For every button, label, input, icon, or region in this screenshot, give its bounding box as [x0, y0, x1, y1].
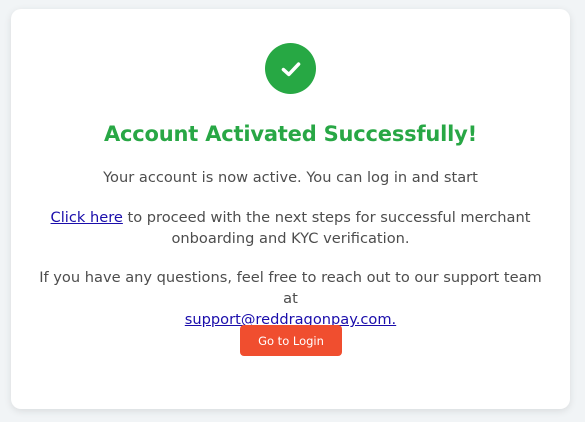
activation-card: Account Activated Successfully! Your acc…	[11, 9, 570, 409]
check-circle-icon	[265, 43, 316, 94]
go-to-login-button[interactable]: Go to Login	[240, 325, 342, 356]
status-text: Your account is now active. You can log …	[103, 169, 478, 186]
page-title: Account Activated Successfully!	[103, 122, 477, 146]
questions-text: If you have any questions, feel free to …	[39, 269, 542, 307]
click-here-link[interactable]: Click here	[51, 209, 123, 226]
next-steps-text: Click here to proceed with the next step…	[31, 207, 550, 249]
checkmark-icon	[281, 61, 300, 76]
support-text: If you have any questions, feel free to …	[31, 267, 550, 330]
next-steps-description: to proceed with the next steps for succe…	[122, 209, 531, 247]
